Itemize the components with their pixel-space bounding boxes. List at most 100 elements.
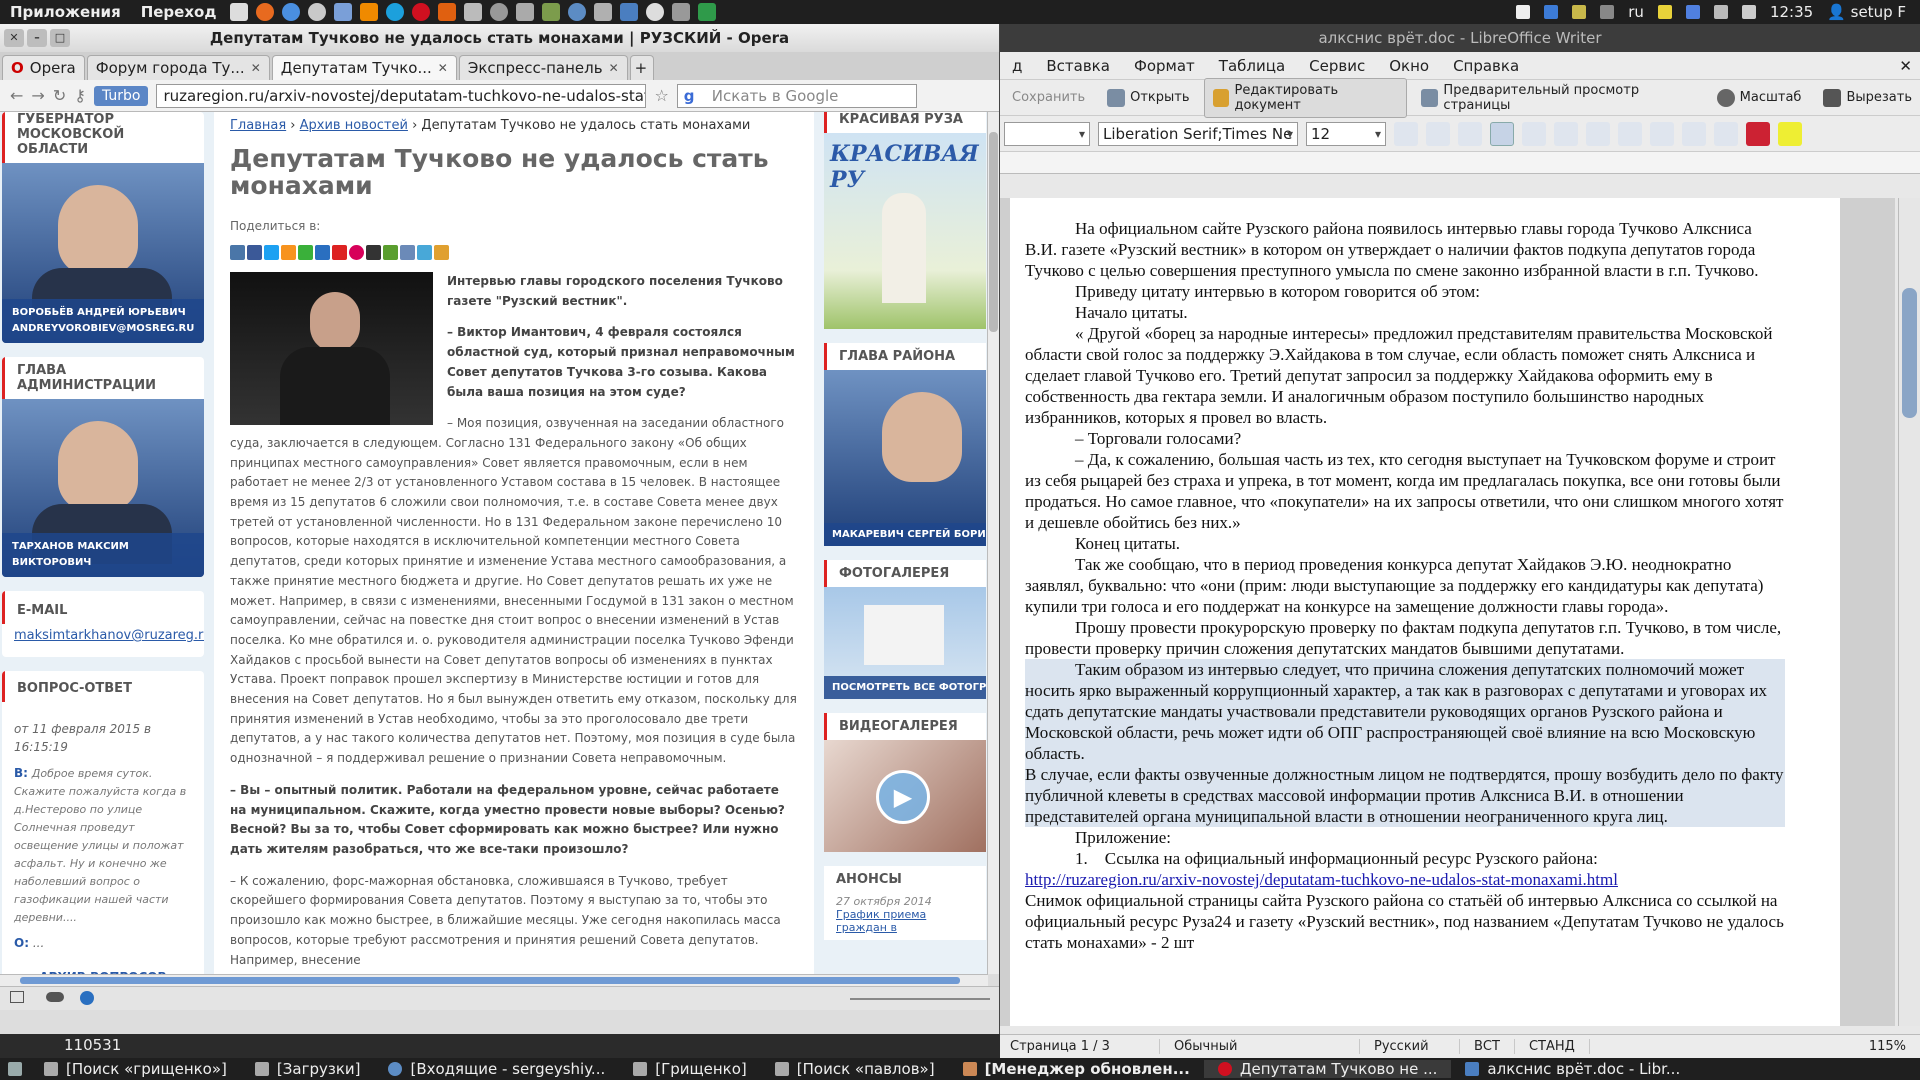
admin-photo[interactable]: ТАРХАНОВ МАКСИМ ВИКТОРОВИЧ [2,399,204,577]
district-caption[interactable]: МАКАРЕВИЧ СЕРГЕЙ БОРИСОВИЧ [824,523,986,546]
justify-icon[interactable] [1586,121,1610,146]
volume-icon[interactable] [1741,5,1756,19]
chromium-launcher-icon[interactable] [282,3,301,21]
photo-gallery-image[interactable]: ПОСМОТРЕТЬ ВСЕ ФОТОГРАФИИ [824,587,986,699]
opera-hscroll-thumb[interactable] [20,977,960,984]
highlight-icon[interactable] [1778,121,1802,146]
edit-document-button[interactable]: Редактировать документ [1203,77,1408,118]
selection-mode[interactable]: СТАНД [1515,1039,1590,1054]
increase-indent-icon[interactable] [1714,121,1738,146]
ruza-banner[interactable]: КРАСИВАЯ РУ [824,133,986,329]
document-paragraph[interactable]: Прошу провести прокурорскую проверку по … [1025,617,1785,659]
screenshot-launcher-icon[interactable] [516,3,535,21]
bluetooth-icon[interactable] [1685,5,1700,19]
firefox-launcher-icon[interactable] [256,3,275,21]
print-preview-button[interactable]: Предварительный просмотр страницы [1413,79,1702,117]
bullets-icon[interactable] [1650,121,1674,146]
opera-scroll-thumb[interactable] [989,132,998,332]
document-link[interactable]: http://ruzaregion.ru/arxiv-novostej/depu… [1025,870,1618,889]
taskbar-item[interactable]: [Поиск «павлов»] [761,1060,949,1078]
taskbar-item[interactable]: [Менеджер обновлен... [949,1060,1204,1078]
go-menu[interactable]: Переход [131,3,227,21]
zoom-slider[interactable] [850,998,990,1000]
page-style[interactable]: Обычный [1160,1039,1360,1054]
show-desktop-button[interactable] [0,1062,30,1076]
files-launcher-icon[interactable] [230,3,249,21]
governor-caption[interactable]: ВОРОБЬЁВ АНДРЕЙ ЮРЬЕВИЧ ANDREYVOROBIEV@M… [2,299,204,343]
clock[interactable]: 12:35 [1770,3,1813,21]
font-name-combo[interactable]: Liberation Serif;Times Ne [1098,121,1298,146]
tab-article[interactable]: Депутатам Тучко... ✕ [271,55,457,80]
email-link[interactable]: maksimtarkhanov@ruzareg.ru [2,624,204,657]
skype-launcher-icon[interactable] [386,3,405,21]
facebook-icon[interactable] [247,245,262,260]
twitter-icon[interactable] [264,245,279,260]
align-left-icon[interactable] [1490,121,1514,146]
battery-icon[interactable] [1572,5,1587,19]
myspace-icon[interactable] [349,245,364,260]
breadcrumb-archive[interactable]: Архив новостей [300,118,408,133]
menu-format[interactable]: Формат [1122,57,1207,75]
taskbar-item[interactable]: Депутатам Тучково не ... [1203,1060,1452,1078]
font-size-combo[interactable]: 12 [1306,121,1386,146]
mail-notify-icon[interactable] [1657,5,1672,19]
numbering-icon[interactable] [1618,121,1642,146]
menu-tools[interactable]: Сервис [1297,57,1377,75]
open-button[interactable]: Открыть [1099,85,1197,111]
page-indicator[interactable]: Страница 1 / 3 [1000,1039,1160,1054]
folder-launcher-icon[interactable] [464,3,483,21]
panel-toggle-icon[interactable] [10,991,24,1003]
zoom-level[interactable]: 115% [1855,1039,1920,1054]
calculator-launcher-icon[interactable] [542,3,561,21]
document-paragraph[interactable]: Так же сообщаю, что в период проведения … [1025,554,1785,617]
document-paragraph[interactable]: Таким образом из интервью следует, что п… [1025,659,1785,764]
thunderbird-launcher-icon[interactable] [568,3,587,21]
yandex-icon[interactable] [332,245,347,260]
save-button[interactable]: Сохранить [1004,86,1093,109]
bookmark-star-icon[interactable]: ☆ [654,86,668,105]
district-photo[interactable]: МАКАРЕВИЧ СЕРГЕЙ БОРИСОВИЧ [824,370,986,546]
turbo-status-icon[interactable] [80,991,94,1005]
search-field[interactable]: Искать в Google [676,83,917,108]
wifi-icon[interactable] [1713,5,1728,19]
writer-vertical-scrollbar[interactable] [1898,198,1920,1026]
document-paragraph[interactable]: – Да, к сожалению, большая часть из тех,… [1025,449,1785,533]
document-paragraph[interactable]: « Другой «борец за народные интересы» пр… [1025,323,1785,428]
user-menu[interactable]: 👤 setup F [1827,3,1906,21]
cut-button[interactable]: Вырезать [1815,85,1920,111]
back-icon[interactable]: ← [10,86,23,105]
admin-caption[interactable]: ТАРХАНОВ МАКСИМ ВИКТОРОВИЧ [2,533,204,577]
document-page[interactable]: На официальном сайте Рузского района поя… [1010,198,1840,1026]
keyring-icon[interactable] [1516,5,1531,19]
key-icon[interactable]: ⚷ [74,86,86,105]
keyboard-layout[interactable]: ru [1628,3,1644,21]
close-document-icon[interactable]: ✕ [1887,57,1920,75]
insert-mode[interactable]: ВСТ [1460,1039,1515,1054]
zoom-button[interactable]: Масштаб [1709,85,1810,111]
system-launcher-icon[interactable] [308,3,327,21]
url-field[interactable]: ruzaregion.ru/arxiv-novostej/deputatam-t… [156,83,647,108]
menu-table[interactable]: Таблица [1207,57,1297,75]
odnoklassniki-icon[interactable] [281,245,296,260]
network-icon[interactable] [1600,5,1615,19]
applications-menu[interactable]: Приложения [0,3,131,21]
font-color-icon[interactable] [1746,121,1770,146]
align-right-icon[interactable] [1554,121,1578,146]
more-share-icon[interactable] [434,245,449,260]
printer-launcher-icon[interactable] [672,3,691,21]
style-combo[interactable] [1004,121,1090,146]
calc-launcher-icon[interactable] [698,3,717,21]
play-icon[interactable]: ▶ [876,770,930,824]
opera-vertical-scrollbar[interactable] [987,112,999,974]
document-paragraph[interactable]: Начало цитаты. [1025,302,1785,323]
media-launcher-icon[interactable] [646,3,665,21]
disk-launcher-icon[interactable] [490,3,509,21]
language[interactable]: Русский [1360,1039,1460,1054]
taskbar-item[interactable]: [Загрузки] [241,1060,375,1078]
print-icon[interactable] [417,245,432,260]
document-paragraph[interactable]: Снимок официальной страницы сайта Рузско… [1025,890,1785,953]
delicious-icon[interactable] [383,245,398,260]
close-tab-icon[interactable]: ✕ [609,61,619,75]
align-center-icon[interactable] [1522,121,1546,146]
close-tab-icon[interactable]: ✕ [251,61,261,75]
